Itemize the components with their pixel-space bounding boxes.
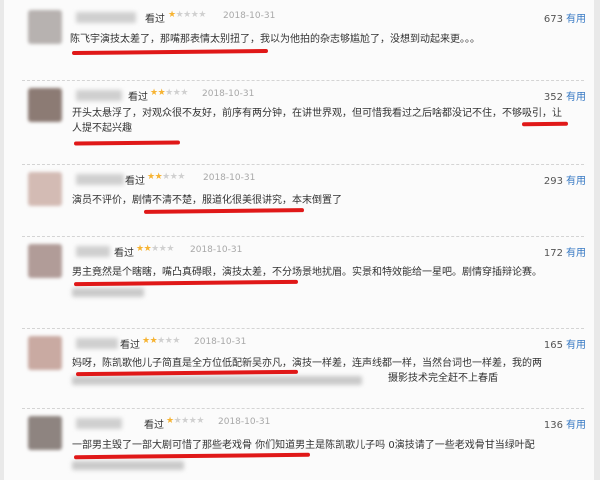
watch-status: 看过 xyxy=(144,420,164,431)
vote-block: 352 有用 xyxy=(544,88,586,103)
divider xyxy=(22,328,584,329)
star-empty-icon: ★ xyxy=(180,88,188,98)
review-comment: 男主竟然是个瞎瞎，嘴凸真碍眼，演技太差，不分场景地扰眉。实景和特效能给一星吧。剧… xyxy=(72,267,542,278)
useful-button[interactable]: 有用 xyxy=(566,176,586,187)
vote-count: 165 xyxy=(543,340,563,351)
star-filled-icon: ★ xyxy=(168,10,176,20)
review-date: 2018-10-31 xyxy=(218,417,271,427)
vote-block: 172 有用 xyxy=(544,244,586,259)
useful-button[interactable]: 有用 xyxy=(566,248,586,259)
username-blurred[interactable] xyxy=(76,90,122,101)
divider xyxy=(22,408,584,409)
highlight-underline xyxy=(73,279,299,287)
star-empty-icon: ★ xyxy=(162,172,170,182)
star-empty-icon: ★ xyxy=(172,336,180,346)
vote-block: 293 有用 xyxy=(544,172,586,187)
star-empty-icon: ★ xyxy=(183,10,191,20)
review-comment: 陈飞宇演技太差了，那嘴那表情太别扭了，我以为他拍的杂志够尴尬了，没想到动起来更。… xyxy=(70,34,480,45)
useful-button[interactable]: 有用 xyxy=(566,340,586,351)
star-empty-icon: ★ xyxy=(157,336,165,346)
rating-stars: ★★★★★ xyxy=(166,416,204,426)
review-comment: 妈呀，陈凯歌他儿子简直是全方位低配新吴亦凡，演技一样差，连声线都一样，当然台词也… xyxy=(72,358,542,369)
review-list: 看过 ★★★★★ 2018-10-31 673 有用 陈飞宇演技太差了，那嘴那表情… xyxy=(4,0,594,480)
review-date: 2018-10-31 xyxy=(190,245,243,255)
useful-button[interactable]: 有用 xyxy=(566,14,586,25)
star-empty-icon: ★ xyxy=(181,416,189,426)
review-date: 2018-10-31 xyxy=(202,89,255,99)
vote-count: 293 xyxy=(543,176,563,187)
watch-status: 看过 xyxy=(125,176,145,187)
vote-block: 673 有用 xyxy=(544,10,586,25)
star-filled-icon: ★ xyxy=(147,172,155,182)
star-empty-icon: ★ xyxy=(151,244,159,254)
highlight-underline xyxy=(73,452,311,460)
divider xyxy=(22,80,584,81)
username-blurred[interactable] xyxy=(76,338,118,349)
vote-block: 165 有用 xyxy=(544,336,586,351)
star-empty-icon: ★ xyxy=(165,88,173,98)
review-comment-tail: 摄影技术完全赶不上春盾 xyxy=(388,373,498,384)
star-filled-icon: ★ xyxy=(150,88,158,98)
highlight-underline xyxy=(521,121,569,127)
useful-button[interactable]: 有用 xyxy=(566,420,586,431)
rating-stars: ★★★★★ xyxy=(136,244,174,254)
vote-count: 172 xyxy=(543,248,563,259)
blurred-text-line xyxy=(72,461,184,470)
watch-status: 看过 xyxy=(145,14,165,25)
username-blurred[interactable] xyxy=(76,174,124,185)
rating-stars: ★★★★★ xyxy=(168,10,206,20)
highlight-underline xyxy=(73,140,181,146)
avatar[interactable] xyxy=(28,244,62,278)
username-blurred[interactable] xyxy=(76,12,136,23)
rating-stars: ★★★★★ xyxy=(147,172,185,182)
divider xyxy=(22,164,584,165)
useful-button[interactable]: 有用 xyxy=(566,92,586,103)
star-empty-icon: ★ xyxy=(198,10,206,20)
star-filled-icon: ★ xyxy=(136,244,144,254)
watch-status: 看过 xyxy=(114,248,134,259)
highlight-underline xyxy=(143,208,305,214)
review-date: 2018-10-31 xyxy=(203,173,256,183)
review-comment: 开头太悬浮了，对观众很不友好，前序有两分钟，在讲世界观，但可惜我看过之后啥都没记… xyxy=(72,108,562,134)
username-blurred[interactable] xyxy=(76,246,110,257)
vote-count: 352 xyxy=(543,92,563,103)
blurred-text-line xyxy=(72,376,362,385)
vote-count: 673 xyxy=(543,14,563,25)
rating-stars: ★★★★★ xyxy=(142,336,180,346)
watch-status: 看过 xyxy=(128,92,148,103)
avatar[interactable] xyxy=(28,172,62,206)
star-empty-icon: ★ xyxy=(177,172,185,182)
avatar[interactable] xyxy=(28,336,62,370)
blurred-text-line xyxy=(72,288,144,297)
username-blurred[interactable] xyxy=(76,418,122,429)
review-date: 2018-10-31 xyxy=(223,11,276,21)
star-filled-icon: ★ xyxy=(166,416,174,426)
star-empty-icon: ★ xyxy=(166,244,174,254)
divider xyxy=(22,236,584,237)
rating-stars: ★★★★★ xyxy=(150,88,188,98)
review-comment: 一部男主毁了一部大剧可惜了那些老戏骨 你们知道男主是陈凯歌儿子吗 0演技请了一些… xyxy=(72,440,535,451)
avatar[interactable] xyxy=(28,416,62,450)
highlight-underline xyxy=(71,48,269,56)
review-comment: 演员不评价，剧情不清不楚，服道化很美很讲究，本末倒置了 xyxy=(72,195,342,206)
vote-count: 136 xyxy=(543,420,563,431)
star-filled-icon: ★ xyxy=(142,336,150,346)
avatar[interactable] xyxy=(28,88,62,122)
watch-status: 看过 xyxy=(120,340,140,351)
vote-block: 136 有用 xyxy=(544,416,586,431)
star-empty-icon: ★ xyxy=(196,416,204,426)
review-date: 2018-10-31 xyxy=(194,337,247,347)
avatar[interactable] xyxy=(28,10,62,44)
